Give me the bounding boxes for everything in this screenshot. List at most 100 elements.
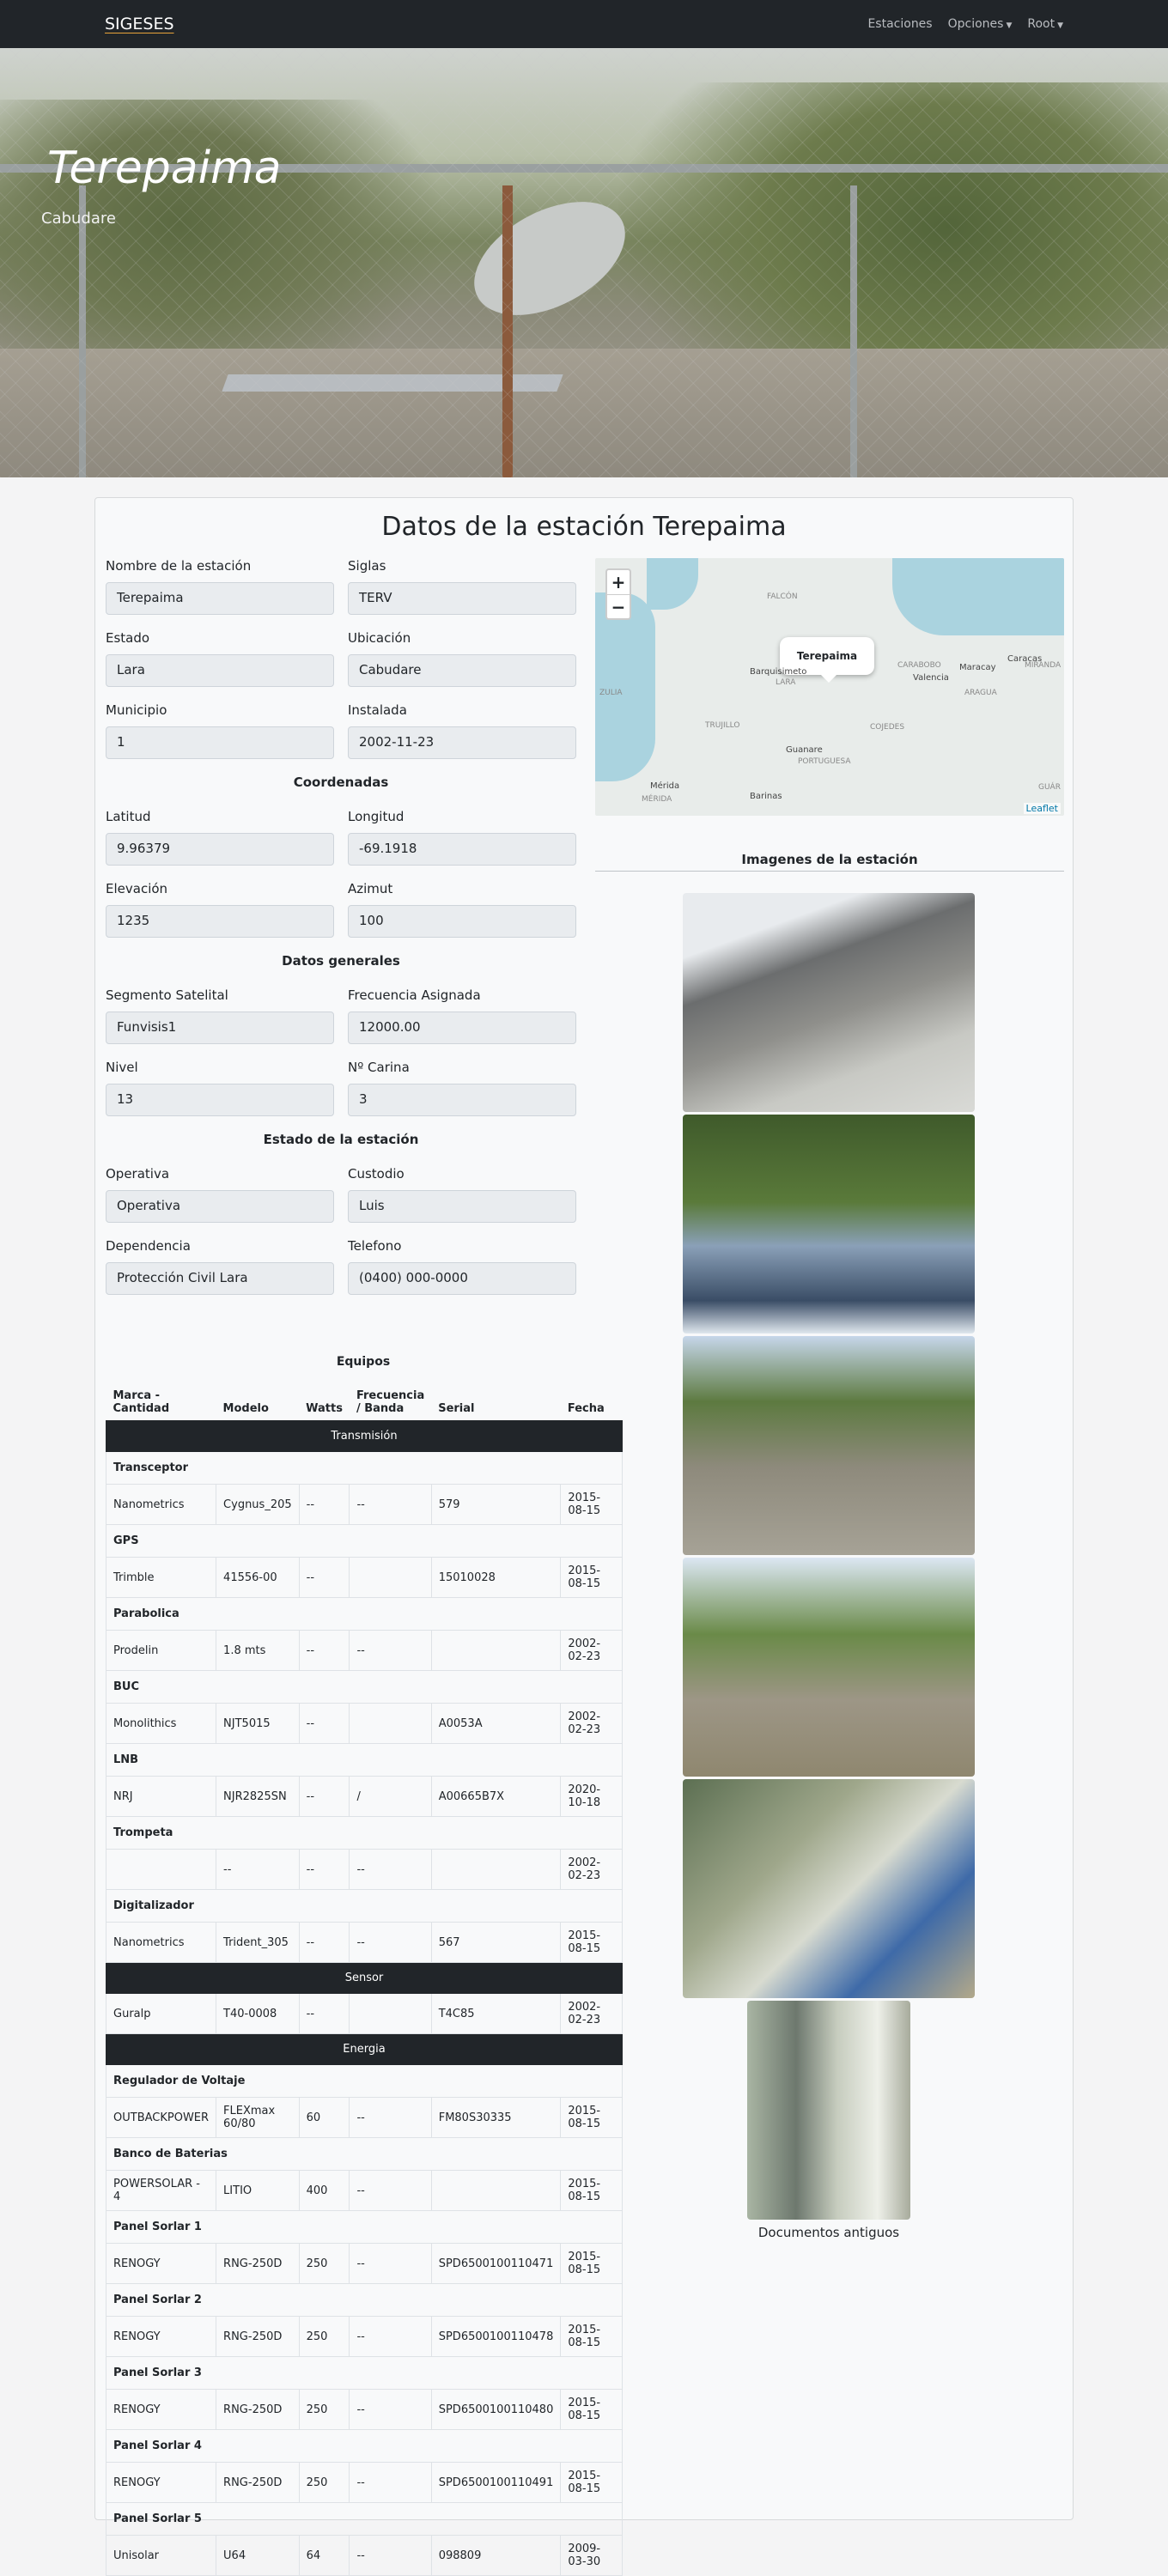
map-water xyxy=(647,558,698,610)
station-photo[interactable] xyxy=(683,893,975,1112)
station-photo[interactable] xyxy=(683,1779,975,1998)
group-row: Banco de Baterias xyxy=(106,2137,623,2171)
table-cell: LITIO xyxy=(216,2170,300,2211)
map-label: MÉRIDA xyxy=(642,795,672,804)
table-cell: -- xyxy=(349,2316,432,2357)
table-cell: 2002-02-23 xyxy=(560,1993,623,2034)
group-row: Panel Sorlar 2 xyxy=(106,2283,623,2317)
nav-opciones-dropdown[interactable]: Opciones ▼ xyxy=(948,17,1013,31)
map-zoom-control: + − xyxy=(605,568,631,620)
table-cell: 400 xyxy=(298,2170,350,2211)
elevacion-label: Elevación xyxy=(106,881,168,896)
operativa-field[interactable]: Operativa xyxy=(106,1190,334,1223)
table-cell: 250 xyxy=(298,2316,350,2357)
col-header: Modelo xyxy=(222,1402,269,1415)
group-row: BUC xyxy=(106,1670,623,1704)
nav-estaciones[interactable]: Estaciones xyxy=(867,17,932,31)
table-cell xyxy=(349,1993,432,2034)
group-row: Regulador de Voltaje xyxy=(106,2064,623,2098)
table-cell: 250 xyxy=(298,2389,350,2430)
table-cell: SPD6500100110471 xyxy=(430,2243,562,2284)
table-cell: 250 xyxy=(298,2243,350,2284)
siglas-field[interactable]: TERV xyxy=(348,582,576,615)
table-cell: Prodelin xyxy=(105,1630,217,1671)
map-label: Mérida xyxy=(650,781,680,791)
table-cell: OUTBACKPOWER xyxy=(105,2097,217,2138)
table-cell: Monolithics xyxy=(105,1703,217,1744)
leaflet-attribution-link[interactable]: Leaflet xyxy=(1023,803,1061,814)
station-photo[interactable] xyxy=(747,2001,910,2220)
frecuencia-field[interactable]: 12000.00 xyxy=(348,1012,576,1044)
map-label: Barquisimeto xyxy=(750,667,807,677)
table-cell: 2020-10-18 xyxy=(560,1776,623,1817)
map-label: Maracay xyxy=(959,663,996,672)
documentos-antiguos-link[interactable]: Documentos antiguos xyxy=(683,2225,975,2240)
station-photo[interactable] xyxy=(683,1558,975,1777)
image-gallery: Documentos antiguos xyxy=(683,893,975,2240)
table-cell: -- xyxy=(349,2462,432,2503)
table-cell: Unisolar xyxy=(105,2535,217,2576)
zoom-out-button[interactable]: − xyxy=(607,594,630,618)
group-row: Trompeta xyxy=(106,1816,623,1850)
table-cell: RNG-250D xyxy=(216,2389,300,2430)
table-cell: 567 xyxy=(430,1922,562,1963)
instalada-field[interactable]: 2002-11-23 xyxy=(348,726,576,759)
group-row: Panel Sorlar 3 xyxy=(106,2356,623,2390)
table-cell: -- xyxy=(349,2535,432,2576)
azimut-field[interactable]: 100 xyxy=(348,905,576,938)
segmento-field[interactable]: Funvisis1 xyxy=(106,1012,334,1044)
hero-subtitle: Cabudare xyxy=(41,210,116,228)
table-cell: -- xyxy=(298,1922,350,1963)
estado-estacion-heading: Estado de la estación xyxy=(263,1132,419,1147)
group-label: Digitalizador xyxy=(106,1889,623,1923)
hero-fence-mesh xyxy=(0,48,1168,477)
zoom-in-button[interactable]: + xyxy=(607,570,630,594)
caret-down-icon: ▼ xyxy=(1057,21,1063,30)
ubicacion-field[interactable]: Cabudare xyxy=(348,654,576,687)
table-cell: 60 xyxy=(298,2097,350,2138)
carina-label: Nº Carina xyxy=(348,1060,410,1075)
station-map[interactable]: + − Terepaima FALCÓN Barquisimeto LARA C… xyxy=(595,558,1064,816)
custodio-label: Custodio xyxy=(348,1166,405,1182)
carina-field[interactable]: 3 xyxy=(348,1084,576,1116)
table-cell: 2015-08-15 xyxy=(560,1484,623,1525)
station-card: Datos de la estación Terepaima Nombre de… xyxy=(94,497,1074,2576)
table-cell: 579 xyxy=(430,1484,562,1525)
table-cell: -- xyxy=(349,1630,432,1671)
table-cell: FLEXmax 60/80 xyxy=(216,2097,300,2138)
table-cell: 2015-08-15 xyxy=(560,2462,623,2503)
group-label: Regulador de Voltaje xyxy=(106,2064,623,2098)
elevacion-field[interactable]: 1235 xyxy=(106,905,334,938)
table-cell: Guralp xyxy=(105,1993,217,2034)
equipos-table-body: Transmisión Transceptor Nanometrics Cygnus_… xyxy=(105,1420,623,2576)
map-label: MIRANDA xyxy=(1025,661,1062,670)
table-cell: -- xyxy=(298,1703,350,1744)
municipio-field[interactable]: 1 xyxy=(106,726,334,759)
estado-field[interactable]: Lara xyxy=(106,654,334,687)
brand-link[interactable]: SIGESES xyxy=(105,15,174,33)
station-photo[interactable] xyxy=(683,1115,975,1334)
table-cell: Nanometrics xyxy=(105,1922,217,1963)
group-label: GPS xyxy=(106,1524,623,1558)
coordenadas-heading: Coordenadas xyxy=(293,775,389,790)
group-row: GPS xyxy=(106,1524,623,1558)
map-water xyxy=(892,558,1064,635)
table-cell xyxy=(430,2170,562,2211)
group-row: Parabolica xyxy=(106,1597,623,1631)
nombre-field[interactable]: Terepaima xyxy=(106,582,334,615)
latitud-field[interactable]: 9.96379 xyxy=(106,833,334,866)
dependencia-field[interactable]: Protección Civil Lara xyxy=(106,1262,334,1295)
azimut-label: Azimut xyxy=(348,881,393,896)
station-photo[interactable] xyxy=(683,1336,975,1555)
nav-root-dropdown[interactable]: Root ▼ xyxy=(1027,17,1063,31)
telefono-field[interactable]: (0400) 000-0000 xyxy=(348,1262,576,1295)
page-title: Datos de la estación Terepaima xyxy=(381,512,787,542)
table-cell xyxy=(105,1849,217,1890)
group-label: Panel Sorlar 3 xyxy=(106,2356,623,2390)
nivel-field[interactable]: 13 xyxy=(106,1084,334,1116)
group-row: Digitalizador xyxy=(106,1889,623,1923)
table-cell: -- xyxy=(298,1849,350,1890)
longitud-field[interactable]: -69.1918 xyxy=(348,833,576,866)
equipos-heading: Equipos xyxy=(336,1355,391,1369)
custodio-field[interactable]: Luis xyxy=(348,1190,576,1223)
